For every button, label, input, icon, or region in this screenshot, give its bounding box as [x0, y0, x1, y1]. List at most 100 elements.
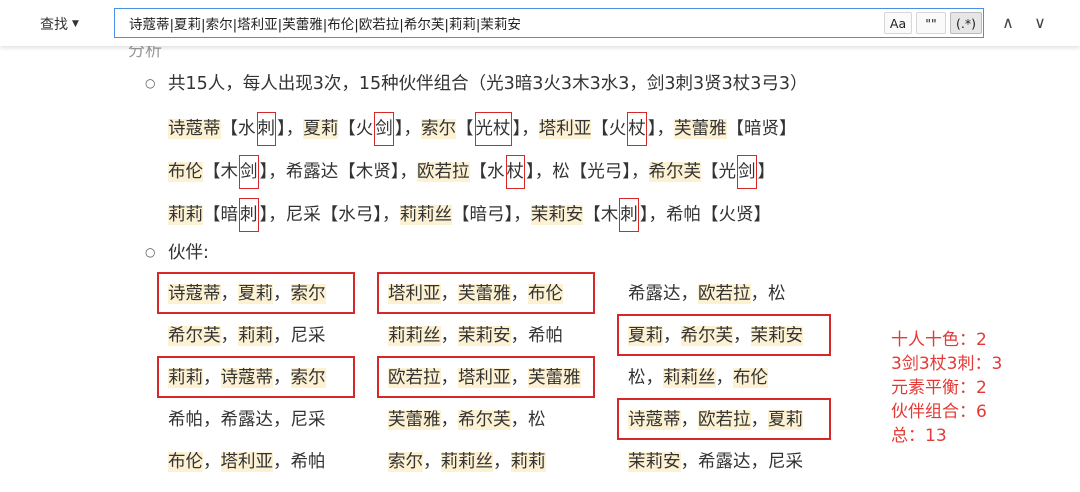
character-name: 茉莉安 [530, 205, 584, 225]
partner-name: 芙蕾雅 [388, 410, 441, 430]
separator: ， [268, 205, 286, 225]
character-attributes: 】 [647, 119, 657, 139]
character-attributes: 【水 [220, 119, 256, 139]
character-attributes: 【水 [469, 162, 505, 182]
selected-group-box [157, 356, 355, 398]
regex-toggle[interactable]: (.*) [950, 12, 982, 34]
character-line: 诗蔻蒂【水刺】，夏莉【火剑】，索尔【 光杖 】，塔利亚【火杖】，芙蕾雅【暗贤】 [168, 112, 797, 146]
weapon-highlight: 杖 [505, 155, 525, 189]
character-attributes: 】 [757, 162, 776, 182]
partner-name: 莉莉 [238, 326, 273, 346]
character-attributes: 【光弓】 [569, 162, 631, 182]
partner-name: 希帕 [528, 326, 563, 346]
separator: ， [510, 326, 529, 346]
separator: ， [534, 162, 553, 182]
partner-name: 茉莉安 [458, 326, 511, 346]
character-line: 莉莉【暗刺】，尼采【水弓】，莉莉丝【暗弓】，茉莉安【木刺】，希帕【火贤】 [168, 198, 771, 232]
separator: ， [403, 119, 422, 139]
partner-name: 尼采 [290, 410, 326, 430]
separator: ， [656, 119, 675, 139]
partner-name: 莉莉丝 [440, 452, 493, 472]
separator: ， [513, 205, 531, 225]
selected-group-box [377, 356, 595, 398]
whole-word-toggle[interactable]: "" [916, 12, 946, 34]
find-mode-dropdown[interactable]: 查找 ▼ [40, 14, 79, 34]
character-attributes: 【水弓】 [320, 205, 382, 225]
character-attributes: 】 [512, 119, 522, 139]
partner-group: 希尔芙，莉莉，尼采 [168, 322, 326, 347]
partner-name: 松 [768, 284, 786, 304]
partner-name: 希帕 [290, 452, 326, 472]
character-name: 芙蕾雅 [674, 119, 727, 139]
score-tally: 十人十色：2 3剑3杖3刺：3 元素平衡：2 伙伴组合：6 总：13 [891, 328, 1002, 448]
character-line: 布伦【木剑】，希露达【木贤】，欧若拉【水杖】，松【光弓】，希尔芙【光剑】 [168, 155, 775, 189]
character-attributes: 【火贤】 [701, 205, 771, 225]
character-attributes: 【暗贤】 [726, 119, 797, 139]
weapon-highlight: 刺 [619, 198, 639, 232]
character-name: 尼采 [285, 205, 321, 225]
partner-name: 塔利亚 [220, 452, 273, 472]
character-name: 布伦 [168, 162, 203, 182]
separator: ， [680, 452, 699, 472]
partner-name: 索尔 [388, 452, 423, 472]
separator: ， [273, 410, 291, 430]
separator: ， [680, 284, 699, 304]
separator: ， [220, 326, 239, 346]
character-attributes: 】 [277, 119, 286, 139]
weapon-highlight: 杖 [627, 112, 647, 146]
separator: ， [715, 368, 734, 388]
character-attributes: 】 [394, 119, 404, 139]
character-attributes: 【木 [203, 162, 238, 182]
previous-match-button[interactable]: ∧ [998, 12, 1018, 34]
partner-name: 希尔芙 [458, 410, 511, 430]
partner-name: 希尔芙 [168, 326, 221, 346]
document-content: 分析 ○ 共15人，每人出现3次，15种伙伴组合（光3暗3火3木3水3，剑3刺3… [0, 41, 1080, 492]
separator: ， [273, 452, 291, 472]
partner-name: 松 [628, 368, 646, 388]
bullet-marker: ○ [145, 76, 156, 90]
search-input[interactable] [114, 8, 984, 38]
weapon-highlight: 刺 [239, 198, 259, 232]
partner-group: 松，莉莉丝，布伦 [628, 364, 768, 389]
selected-group-box [377, 272, 595, 314]
weapon-highlight: 刺 [256, 112, 276, 146]
partners-heading: 伙伴: [168, 243, 209, 263]
partner-name: 莉莉丝 [388, 326, 441, 346]
partner-name: 布伦 [733, 368, 768, 388]
bullet-marker: ○ [145, 245, 156, 259]
character-name: 索尔 [421, 119, 456, 139]
character-attributes: 】 [639, 205, 649, 225]
separator: ， [273, 326, 291, 346]
partner-name: 希露达 [220, 410, 274, 430]
separator: ， [203, 452, 221, 472]
weapon-highlight: 剑 [737, 155, 757, 189]
tally-line: 十人十色：2 [891, 330, 987, 350]
partner-group: 莉莉丝，茉莉安，希帕 [388, 322, 563, 347]
separator: ， [750, 452, 769, 472]
tally-line: 总：13 [891, 426, 947, 446]
selected-group-box [617, 314, 831, 356]
partner-name: 莉莉 [510, 452, 546, 472]
partner-group: 布伦，塔利亚，希帕 [168, 448, 326, 473]
character-attributes: 【木 [583, 205, 619, 225]
match-case-toggle[interactable]: Aa [884, 12, 912, 34]
separator: ， [399, 162, 418, 182]
character-name: 松 [552, 162, 570, 182]
partner-name: 茉莉安 [628, 452, 681, 472]
character-attributes: 【暗弓】 [452, 205, 514, 225]
character-name: 希尔芙 [648, 162, 701, 182]
partner-group: 芙蕾雅，希尔芙，松 [388, 406, 546, 431]
find-bar: 查找 ▼ Aa "" (.*) ∧ ∨ [0, 0, 1080, 46]
separator: ， [382, 205, 400, 225]
selected-group-box [157, 272, 355, 314]
character-attributes: 【木贤】 [338, 162, 400, 182]
next-match-button[interactable]: ∨ [1030, 12, 1050, 34]
partner-group: 索尔，莉莉丝，莉莉 [388, 448, 546, 473]
character-name: 塔利亚 [538, 119, 592, 139]
partner-name: 希帕 [168, 410, 203, 430]
chevron-down-icon: ▼ [72, 19, 79, 29]
partner-name: 希露达 [698, 452, 751, 472]
partner-name: 尼采 [290, 326, 326, 346]
character-attributes: 】 [526, 162, 535, 182]
separator: ， [510, 410, 529, 430]
